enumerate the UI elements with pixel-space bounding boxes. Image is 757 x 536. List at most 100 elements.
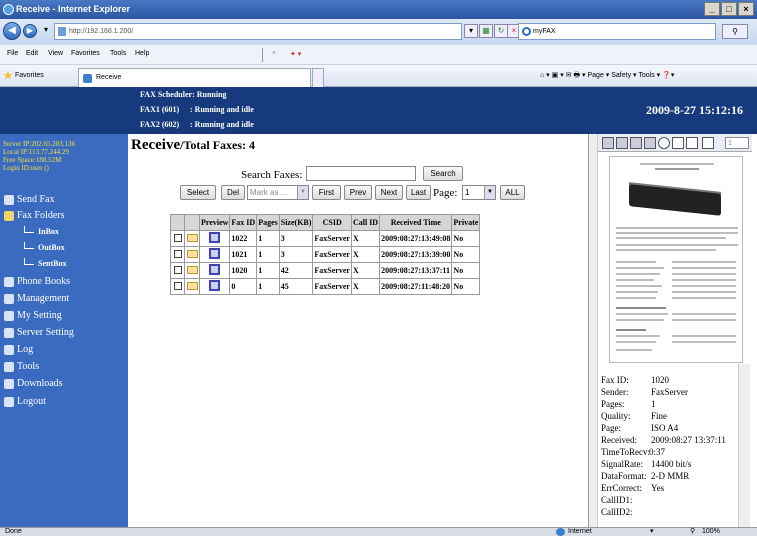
- sidebar-item-server-setting[interactable]: Server Setting: [4, 326, 74, 340]
- col-private[interactable]: Private: [451, 214, 481, 231]
- menu-view[interactable]: View: [48, 50, 63, 57]
- select-button[interactable]: Select: [180, 185, 216, 200]
- new-tab-button[interactable]: [312, 68, 324, 87]
- fax-table: Preview Fax ID Pages Size(KB) CSID Call …: [170, 214, 481, 295]
- downloads-icon: [4, 379, 14, 389]
- menu-tools[interactable]: Tools: [110, 50, 126, 57]
- save-icon[interactable]: [616, 137, 628, 149]
- zoom-icon[interactable]: [658, 137, 670, 149]
- menu-divider: [262, 48, 263, 62]
- col-call-id[interactable]: Call ID: [350, 214, 381, 231]
- search-field[interactable]: myFAX: [518, 23, 716, 40]
- print-icon[interactable]: [602, 137, 614, 149]
- first-page-button[interactable]: First: [312, 185, 341, 200]
- detail-value: Yes: [651, 483, 665, 493]
- preview-icon[interactable]: [209, 280, 221, 291]
- mark-as-select[interactable]: Mark as ... ▼: [247, 185, 309, 200]
- envelope-icon: [186, 281, 198, 290]
- col-preview[interactable]: Preview: [198, 214, 231, 231]
- col-fax-id[interactable]: Fax ID: [229, 214, 258, 231]
- row-checkbox[interactable]: [173, 249, 182, 258]
- command-menus[interactable]: Page ▾ Safety ▾ Tools ▾: [587, 72, 660, 79]
- menu-favorites[interactable]: Favorites: [71, 50, 100, 57]
- sidebar-item-log[interactable]: Log: [4, 343, 33, 357]
- sidebar-item-send-fax[interactable]: Send Fax: [4, 193, 55, 207]
- detail-label: TimeToRecv:: [601, 447, 651, 457]
- table-row[interactable]: 0 1 45 FaxServer X 2009:08:27:11:48:20 N…: [170, 278, 481, 295]
- toolbar-addon-icon[interactable]: ✦ ▾: [290, 50, 301, 58]
- sidebar-folder-inbox[interactable]: InBox: [24, 226, 59, 238]
- log-icon: [4, 345, 14, 355]
- minimize-button[interactable]: _: [704, 2, 720, 16]
- viewer-page-field[interactable]: 1: [725, 137, 749, 149]
- preview-icon[interactable]: [209, 264, 221, 275]
- col-status: [184, 214, 200, 231]
- delete-button[interactable]: Del: [221, 185, 245, 200]
- protected-mode-icon[interactable]: ▾: [650, 528, 654, 536]
- sidebar-folder-sentbox[interactable]: SentBox: [24, 258, 66, 270]
- compatibility-icon[interactable]: ▦: [479, 24, 493, 38]
- envelope-icon: [186, 265, 198, 274]
- recent-pages-dropdown[interactable]: ▾: [39, 24, 53, 38]
- prev-page-button[interactable]: Prev: [344, 185, 372, 200]
- page-nav-icon[interactable]: [702, 137, 714, 149]
- page-select[interactable]: 1 ▼: [462, 185, 496, 200]
- favorites-label[interactable]: Favorites: [15, 72, 44, 79]
- sidebar-item-phone-books[interactable]: Phone Books: [4, 275, 70, 289]
- close-toolbar-icon[interactable]: ×: [272, 50, 276, 57]
- sidebar-folder-outbox[interactable]: OutBox: [24, 242, 65, 254]
- maximize-button[interactable]: □: [721, 2, 737, 16]
- fax2-status: : Running and idle: [190, 120, 254, 129]
- sidebar-item-downloads[interactable]: Downloads: [4, 377, 63, 391]
- col-received-time[interactable]: Received Time: [379, 214, 453, 231]
- tab-receive[interactable]: Receive: [78, 68, 311, 87]
- all-button[interactable]: ALL: [500, 185, 525, 200]
- search-go-button[interactable]: ⚲: [722, 24, 748, 39]
- menu-edit[interactable]: Edit: [26, 50, 38, 57]
- sidebar-item-logout[interactable]: Logout: [4, 395, 46, 409]
- table-row[interactable]: 1022 1 3 FaxServer X 2009:08:27:13:49:08…: [170, 230, 481, 247]
- last-page-button[interactable]: Last: [406, 185, 431, 200]
- copy-icon[interactable]: [630, 137, 642, 149]
- menu-file[interactable]: File: [7, 50, 18, 57]
- tab-page-icon: [83, 74, 92, 83]
- address-field[interactable]: http://192.168.1.200/: [54, 23, 462, 40]
- search-faxes-input[interactable]: [306, 166, 416, 181]
- col-pages[interactable]: Pages: [256, 214, 280, 231]
- col-csid[interactable]: CSID: [312, 214, 352, 231]
- rotate-icon[interactable]: [686, 137, 698, 149]
- detail-label: CallID2:: [601, 507, 633, 517]
- help-icon[interactable]: ❓▾: [662, 72, 674, 79]
- row-checkbox[interactable]: [173, 265, 182, 274]
- command-bar[interactable]: ⌂ ▾ ▣ ▾ ✉ 🖶 ▾ Page ▾ Safety ▾ Tools ▾ ❓▾: [540, 71, 674, 82]
- fit-page-icon[interactable]: [644, 137, 656, 149]
- zoom-icon[interactable]: ⚲: [690, 528, 695, 536]
- table-row[interactable]: 1021 1 3 FaxServer X 2009:08:27:13:39:00…: [170, 246, 481, 263]
- close-button[interactable]: ×: [738, 2, 754, 16]
- details-scrollbar[interactable]: [738, 364, 750, 527]
- page-icon: [58, 27, 66, 36]
- refresh-icon[interactable]: ↻: [494, 24, 508, 38]
- back-button[interactable]: ◀: [3, 22, 21, 40]
- preview-icon[interactable]: [209, 232, 221, 243]
- menu-help[interactable]: Help: [135, 50, 149, 57]
- home-icon[interactable]: ⌂ ▾ ▣ ▾ ✉ 🖶 ▾: [540, 72, 587, 79]
- fax-preview-panel: 1 Fax ID: 1020 Sender: FaxServer Pages: …: [588, 134, 757, 527]
- row-checkbox[interactable]: [173, 281, 182, 290]
- address-dropdown-button[interactable]: ▾: [464, 24, 478, 38]
- pan-hand-icon[interactable]: [672, 137, 684, 149]
- main-scrollbar[interactable]: [589, 134, 598, 527]
- forward-button[interactable]: ▶: [23, 24, 37, 38]
- next-page-button[interactable]: Next: [375, 185, 403, 200]
- favorites-star-icon[interactable]: [3, 71, 13, 80]
- table-row[interactable]: 1020 1 42 FaxServer X 2009:08:27:13:37:1…: [170, 262, 481, 279]
- sidebar-item-my-setting[interactable]: My Setting: [4, 309, 62, 323]
- col-size[interactable]: Size(KB): [278, 214, 314, 231]
- preview-icon[interactable]: [209, 248, 221, 259]
- row-checkbox[interactable]: [173, 233, 182, 242]
- sidebar-item-management[interactable]: Management: [4, 292, 69, 306]
- sidebar-item-tools[interactable]: Tools: [4, 360, 39, 374]
- sidebar-item-fax-folders[interactable]: Fax Folders: [4, 209, 65, 223]
- search-button[interactable]: Search: [423, 166, 463, 181]
- zoom-level[interactable]: 100%: [702, 528, 720, 536]
